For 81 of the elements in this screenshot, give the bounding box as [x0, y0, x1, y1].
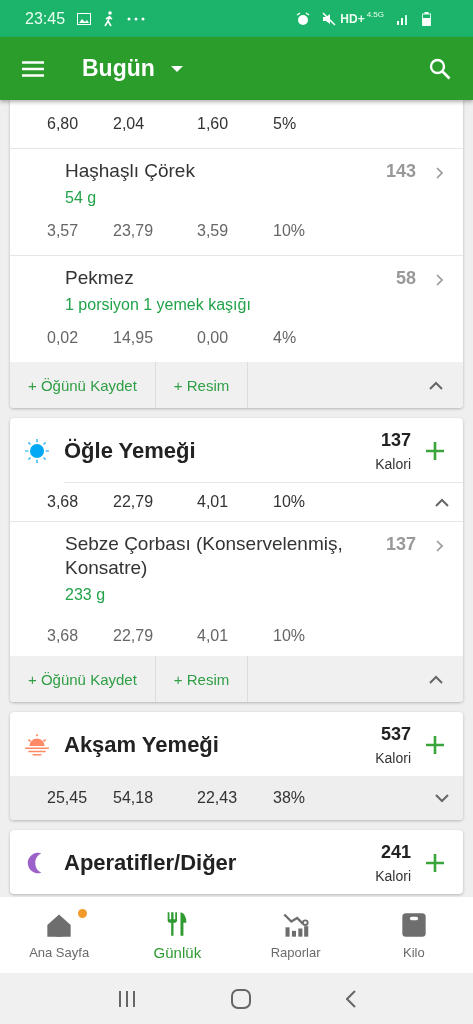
calorie-total: 537 [380, 724, 411, 745]
home-button-icon[interactable] [230, 988, 251, 1009]
action-link[interactable]: + Öğünü Kaydet [10, 362, 156, 408]
macro-value: 3,68 [47, 493, 80, 511]
calorie-label: Kalori [375, 868, 411, 884]
date-dropdown[interactable]: Bugün [82, 55, 183, 82]
food-name: Haşhaşlı Çörek [65, 159, 196, 183]
status-time: 23:45 [25, 9, 66, 28]
food-amount: 1 porsiyon 1 yemek kaşığı [65, 296, 252, 314]
chevron-down-icon[interactable] [435, 793, 449, 803]
macro-value: 4% [273, 329, 298, 347]
macro-value: 6,80 [47, 115, 80, 133]
recent-apps-icon[interactable] [117, 990, 136, 1007]
action-link[interactable]: + Resim [155, 656, 249, 702]
macro-value: 4,01 [197, 627, 230, 645]
macro-value: 3,68 [47, 627, 80, 645]
macro-value: 38% [273, 789, 307, 807]
add-icon[interactable] [425, 853, 445, 873]
macro-value: 25,45 [47, 789, 89, 807]
alarm-icon [296, 11, 311, 26]
calorie-total: 241 [380, 842, 411, 863]
add-icon[interactable] [425, 735, 445, 755]
food-amount: 233 g [65, 586, 107, 604]
macro-value: 5% [273, 115, 298, 133]
network-type: 4.5G [366, 10, 384, 19]
action-link[interactable]: + Öğünü Kaydet [10, 656, 156, 702]
mute-icon [322, 11, 337, 26]
macro-value: 0,00 [197, 329, 230, 347]
sunset-icon [24, 733, 50, 756]
macro-value: 22,79 [113, 627, 155, 645]
macro-value: 3,57 [47, 222, 80, 240]
food-amount: 54 g [65, 189, 98, 207]
search-icon[interactable] [429, 57, 451, 80]
caret-icon [170, 65, 183, 72]
chevron-up-icon[interactable] [435, 497, 449, 507]
chevron-right-icon [436, 540, 443, 552]
chevron-right-icon [436, 274, 443, 286]
macro-value: 10% [273, 493, 307, 511]
image-icon [77, 12, 92, 25]
action-link[interactable]: + Resim [155, 362, 249, 408]
macro-value: 2,04 [113, 115, 146, 133]
macro-value: 22,79 [113, 493, 155, 511]
food-calories: 143 [385, 161, 416, 182]
calorie-label: Kalori [375, 750, 411, 766]
nav-tab[interactable]: Ana Sayfa [0, 897, 119, 973]
macro-value: 1,60 [197, 115, 230, 133]
meal-title: Öğle Yemeği [64, 438, 197, 464]
nav-tab[interactable]: Günlük [118, 897, 237, 973]
meal-title: Akşam Yemeği [64, 732, 220, 758]
chevron-right-icon [436, 167, 443, 179]
food-name: Pekmez [65, 266, 135, 290]
nav-tab[interactable]: Raporlar [236, 897, 355, 973]
macro-value: 23,79 [113, 222, 155, 240]
macro-value: 0,02 [47, 329, 80, 347]
macro-value: 3,59 [197, 222, 230, 240]
food-name: Sebze Çorbası (Konservelenmiş, Konsatre) [65, 532, 344, 580]
battery-icon [422, 11, 431, 26]
macro-value: 4,01 [197, 493, 230, 511]
menu-icon[interactable] [22, 60, 44, 77]
add-icon[interactable] [425, 441, 445, 461]
chevron-up-icon[interactable] [429, 380, 443, 390]
macro-value: 54,18 [113, 789, 155, 807]
food-calories: 58 [395, 268, 416, 289]
meal-title: Aperatifler/Diğer [64, 850, 238, 876]
moon-icon [27, 852, 42, 874]
back-icon[interactable] [345, 989, 356, 1008]
network-label: HD+ [340, 11, 365, 26]
macro-value: 10% [273, 627, 307, 645]
macro-value: 14,95 [113, 329, 155, 347]
macro-value: 10% [273, 222, 307, 240]
more-icon [127, 16, 146, 21]
food-entry[interactable]: Haşhaşlı Çörek 54 g 143 3,57 23,79 3,59 10% [10, 148, 463, 255]
sun-icon [24, 438, 50, 464]
chevron-up-icon[interactable] [429, 674, 443, 684]
macro-value: 22,43 [197, 789, 239, 807]
signal-icon [396, 12, 410, 25]
calorie-label: Kalori [375, 456, 411, 472]
scale-icon [399, 910, 428, 939]
nav-tab[interactable]: Kilo [354, 897, 473, 973]
food-calories: 137 [385, 534, 416, 555]
calorie-total: 137 [380, 430, 411, 451]
